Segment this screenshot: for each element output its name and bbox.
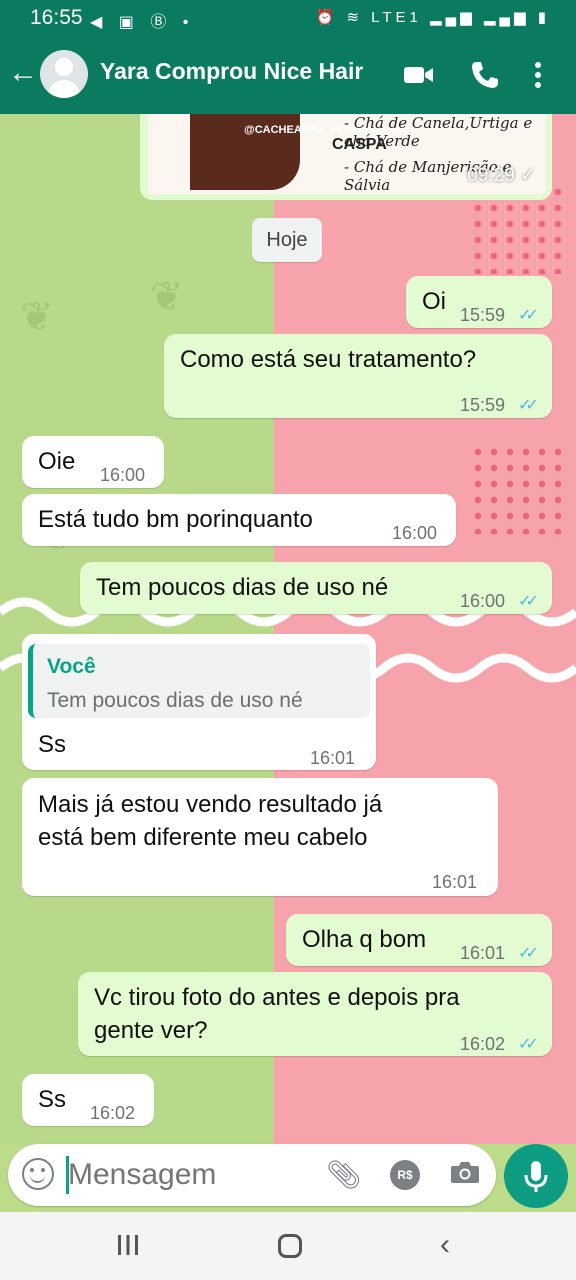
status-system-icons: ⏰ ≋ LTE1 ▂▄▆ ▂▄▆ ▮ (315, 9, 550, 26)
recent-apps-icon[interactable] (116, 1234, 140, 1256)
message-outgoing[interactable]: Olha q bom 16:01 ✓✓ (286, 914, 552, 966)
emoji-icon[interactable] (22, 1158, 54, 1190)
image-message[interactable]: @CACHEADAS_PODEROSASS_ - Chá de Canela,U… (140, 114, 552, 200)
message-text: gente ver? (94, 1017, 208, 1044)
message-text: Oi (422, 288, 446, 315)
message-composer: 📎︎ R$ (0, 1144, 576, 1212)
chat-header: ← Yara Comprou Nice Hair (0, 36, 576, 114)
message-text: Olha q bom (302, 926, 427, 953)
message-incoming[interactable]: Oie 16:00 (22, 436, 164, 488)
message-time: 16:00 (100, 465, 146, 485)
date-separator: Hoje (252, 218, 322, 262)
read-ticks-icon: ✓✓ (518, 307, 539, 324)
read-ticks-icon: ✓✓ (518, 1036, 539, 1053)
read-ticks-icon: ✓✓ (518, 397, 539, 414)
message-incoming[interactable]: Ss 16:02 (22, 1074, 154, 1126)
video-call-icon[interactable] (402, 58, 436, 92)
system-nav-bar: ‹ (0, 1212, 576, 1280)
image-thumbnail[interactable]: @CACHEADAS_PODEROSASS_ - Chá de Canela,U… (148, 114, 546, 194)
quoted-message[interactable]: Você Tem poucos dias de uso né (28, 644, 370, 718)
status-notification-icons: ◀ ▣ Ⓑ • (90, 14, 195, 31)
message-text: Está tudo bm porinquanto (38, 506, 313, 533)
message-time: 16:01 (460, 943, 506, 963)
avatar[interactable] (40, 50, 88, 98)
read-ticks-icon: ✓✓ (518, 593, 539, 610)
arrow-left-icon[interactable]: ← (8, 56, 38, 90)
home-icon[interactable] (278, 1234, 302, 1258)
status-time: 16:55 (30, 6, 83, 29)
message-text: Oie (38, 448, 76, 475)
nav-back-icon[interactable]: ‹ (440, 1230, 450, 1260)
microphone-button[interactable] (504, 1144, 568, 1208)
read-ticks-icon: ✓✓ (518, 945, 539, 962)
wallpaper-dots (470, 444, 570, 534)
image-text-heading: CASPA (332, 136, 387, 153)
message-outgoing[interactable]: Vc tirou foto do antes e depois pra gent… (78, 972, 552, 1056)
message-outgoing[interactable]: Oi 15:59 ✓✓ (406, 276, 552, 328)
status-bar: 16:55 ◀ ▣ Ⓑ • ⏰ ≋ LTE1 ▂▄▆ ▂▄▆ ▮ (0, 0, 576, 36)
message-time: 16:00 (392, 523, 438, 543)
message-text: Ss (38, 731, 67, 758)
message-incoming[interactable]: Mais já estou vendo resultado já está be… (22, 778, 498, 896)
message-text: Vc tirou foto do antes e depois pra (94, 984, 460, 1011)
message-time: 16:02 (90, 1103, 136, 1123)
quoted-text: Tem poucos dias de uso né (47, 689, 303, 712)
message-time: 09:29 ✓ (467, 165, 536, 186)
message-incoming-reply[interactable]: Você Tem poucos dias de uso né Ss 16:01 (22, 634, 376, 770)
message-time: 15:59 (460, 305, 506, 325)
message-time: 16:01 (432, 872, 478, 892)
message-text: Ss (38, 1086, 67, 1113)
message-input[interactable] (68, 1158, 308, 1192)
quoted-author: Você (47, 655, 96, 678)
message-outgoing[interactable]: Como está seu tratamento? 15:59 ✓✓ (164, 334, 552, 418)
message-time: 15:59 (460, 395, 506, 415)
message-text: Tem poucos dias de uso né (96, 574, 389, 601)
more-options-icon[interactable] (528, 58, 548, 92)
message-time: 16:01 (310, 748, 356, 768)
leaf-icon: ❦ (150, 275, 184, 319)
paperclip-icon[interactable]: 📎︎ (326, 1158, 362, 1191)
message-input-container[interactable]: 📎︎ R$ (8, 1144, 496, 1206)
leaf-icon: ❦ (20, 295, 54, 339)
message-text: Como está seu tratamento? (180, 346, 477, 373)
payment-icon[interactable]: R$ (390, 1160, 420, 1190)
message-text: Mais já estou vendo resultado já (38, 791, 383, 818)
hair-photo: @CACHEADAS_PODEROSASS_ (190, 114, 415, 190)
microphone-icon (524, 1161, 548, 1192)
camera-icon[interactable] (450, 1160, 480, 1184)
message-incoming[interactable]: Está tudo bm porinquanto 16:00 (22, 494, 456, 546)
message-time: 16:00 (460, 591, 506, 611)
contact-name[interactable]: Yara Comprou Nice Hair (100, 58, 363, 85)
message-time: 16:02 (460, 1034, 506, 1054)
phone-icon[interactable] (468, 58, 502, 92)
message-outgoing[interactable]: Tem poucos dias de uso né 16:00 ✓✓ (80, 562, 552, 614)
message-text: está bem diferente meu cabelo (38, 824, 368, 851)
